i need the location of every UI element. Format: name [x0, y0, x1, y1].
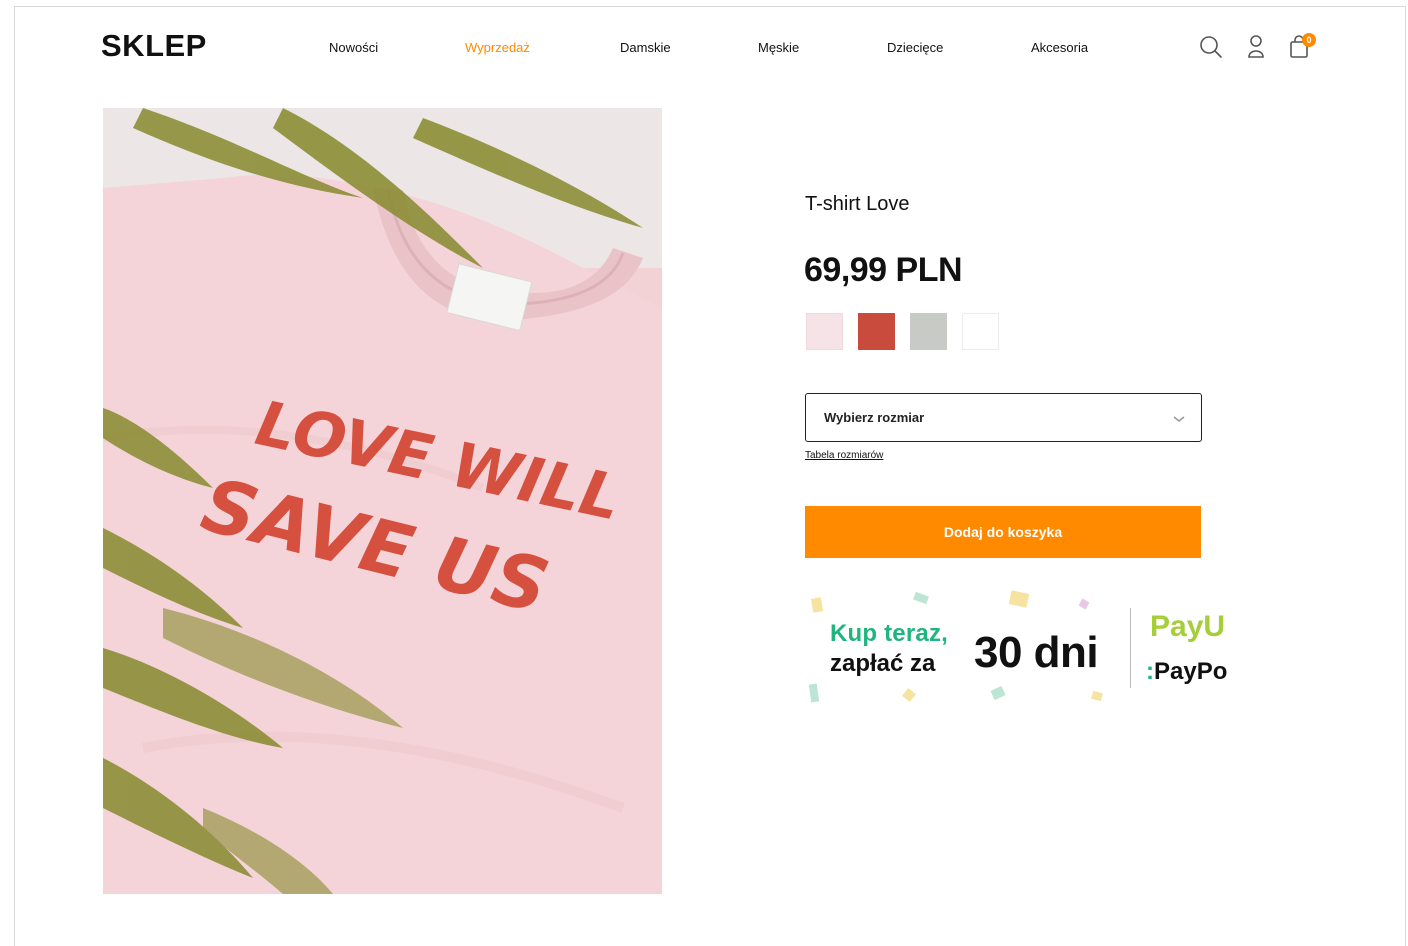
banner-divider [1130, 608, 1131, 688]
banner-subline: zapłać za [830, 650, 936, 677]
search-icon[interactable] [1196, 32, 1224, 62]
confetti-shape [1008, 590, 1030, 608]
product-price: 69,99 PLN [804, 251, 963, 289]
add-to-cart-button[interactable]: Dodaj do koszyka [805, 506, 1201, 558]
size-select[interactable]: Wybierz rozmiar [805, 393, 1202, 442]
color-swatch-grey[interactable] [910, 313, 947, 350]
chevron-down-icon [1173, 416, 1185, 422]
confetti-shape [913, 591, 929, 605]
paypo-label: PayPo [1154, 658, 1228, 685]
color-swatch-red[interactable] [858, 313, 895, 350]
size-select-label: Wybierz rozmiar [824, 410, 925, 425]
payment-banner[interactable]: Kup teraz, zapłać za 30 dni PayU :PayPo [806, 588, 1246, 710]
nav-item-akcesoria[interactable]: Akcesoria [1031, 40, 1088, 55]
confetti-shape [808, 683, 820, 703]
color-swatch-white[interactable] [962, 313, 999, 350]
user-icon[interactable] [1242, 32, 1270, 62]
confetti-shape [901, 687, 917, 703]
nav-item-damskie[interactable]: Damskie [620, 40, 671, 55]
paypo-dots-icon: : [1146, 658, 1154, 685]
nav-item-wyprzedaz[interactable]: Wyprzedaż [465, 40, 530, 55]
size-table-link[interactable]: Tabela rozmiarów [805, 450, 883, 461]
confetti-shape [810, 597, 824, 613]
paypo-logo: :PayPo [1146, 658, 1227, 686]
confetti-shape [1091, 690, 1103, 702]
nav-item-meskie[interactable]: Męskie [758, 40, 799, 55]
product-image[interactable]: LOVE WILL SAVE US [103, 108, 662, 894]
color-swatch-pink[interactable] [806, 313, 843, 350]
banner-headline: Kup teraz, [830, 620, 949, 647]
product-name: T-shirt Love [805, 193, 910, 215]
payu-logo: PayU [1150, 610, 1226, 643]
banner-days: 30 dni [974, 628, 1099, 677]
cart-count-badge: 0 [1302, 33, 1316, 47]
confetti-shape [1078, 598, 1090, 610]
nav-item-nowosci[interactable]: Nowości [329, 40, 378, 55]
confetti-shape [990, 685, 1006, 701]
nav-item-dzieciece[interactable]: Dziecięce [887, 40, 943, 55]
color-swatches [806, 313, 1006, 350]
